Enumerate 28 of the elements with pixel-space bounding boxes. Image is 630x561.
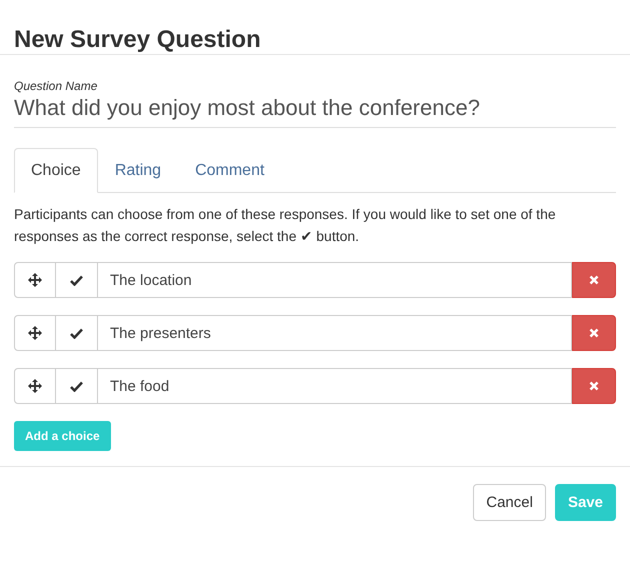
check-icon [70,274,83,286]
move-handle[interactable] [14,262,56,298]
move-handle[interactable] [14,315,56,351]
close-icon [589,328,599,338]
move-icon [28,379,42,393]
move-icon [28,326,42,340]
delete-button[interactable] [572,315,616,351]
choice-input[interactable]: The location [98,262,572,298]
close-icon [589,275,599,285]
choice-input[interactable]: The food [98,368,572,404]
tab[interactable]: Choice [14,148,98,193]
help-text: Participants can choose from one of these responses. If you would like to set one of the responses as the correct response, select the ✔ button. [14,205,557,246]
correct-button[interactable] [56,262,98,298]
dialog-title: New Survey Question [13,25,262,54]
cancel-button[interactable]: Cancel [473,484,546,521]
check-icon [70,380,83,392]
delete-button[interactable] [572,368,616,404]
delete-button[interactable] [572,262,616,298]
check-icon [70,328,83,338]
correct-button[interactable] [56,368,98,404]
question-label: Question Name [14,79,98,93]
close-icon [589,381,599,391]
move-handle[interactable] [14,368,56,404]
correct-button[interactable] [56,315,98,351]
choice-input[interactable]: The presenters [98,315,572,351]
move-icon [28,273,42,287]
tab[interactable]: Rating [98,148,178,193]
tab[interactable]: Comment [178,148,282,193]
